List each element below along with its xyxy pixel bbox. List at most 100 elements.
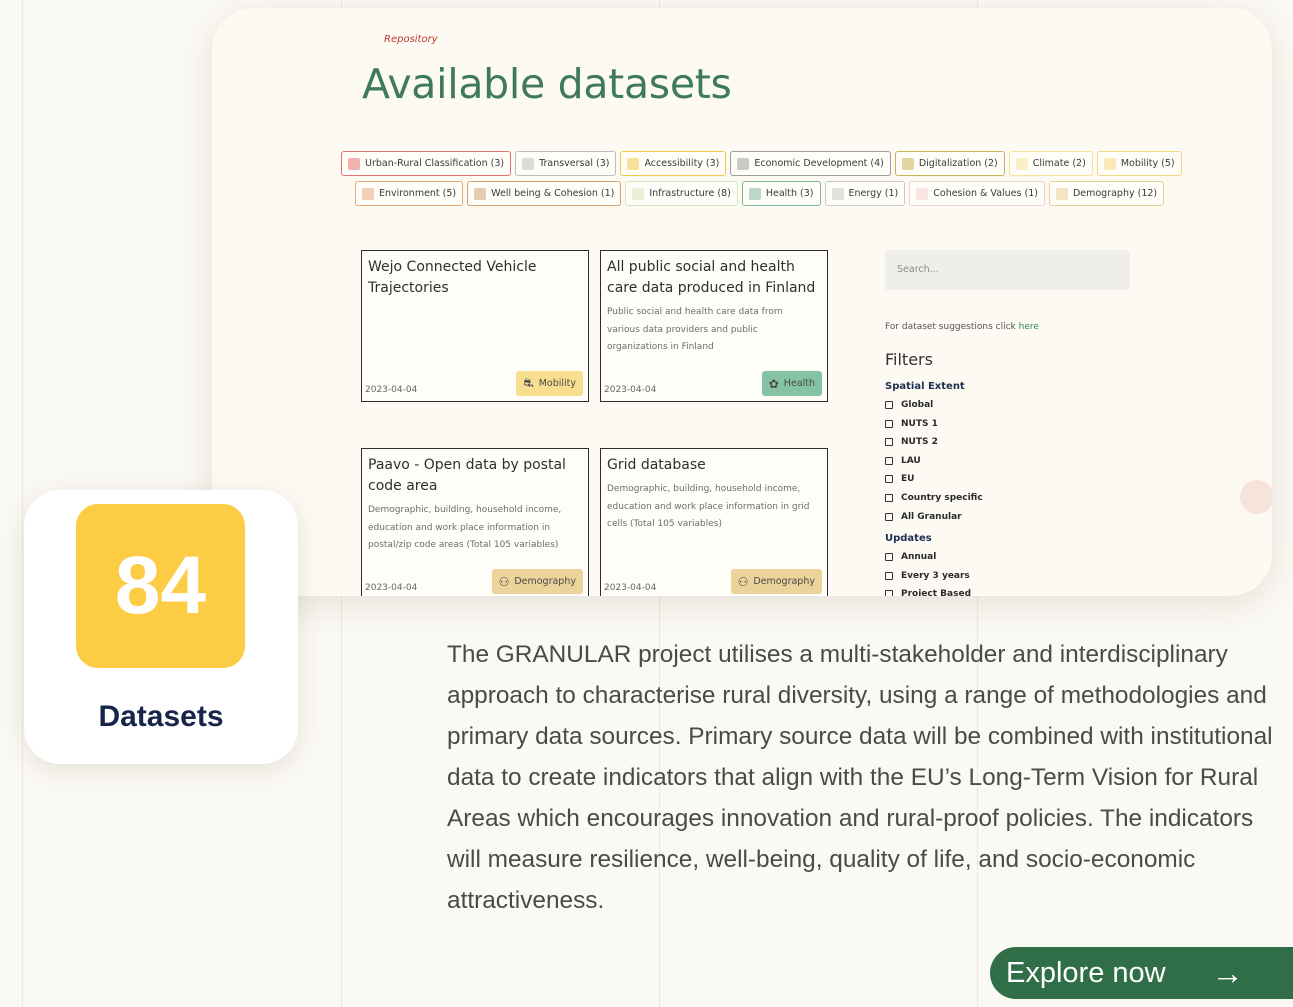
category-chip[interactable]: Accessibility (3) [620, 151, 727, 176]
city-icon [348, 157, 360, 170]
dataset-card[interactable]: Wejo Connected Vehicle Trajectories 2023… [361, 250, 589, 402]
filter-option-label: EU [901, 474, 915, 485]
dataset-title[interactable]: Paavo - Open data by postal code area [368, 455, 582, 497]
dataset-description: Public social and health care data from … [607, 307, 783, 352]
category-chip[interactable]: Transversal (3) [515, 151, 617, 176]
stat-label: Datasets [98, 700, 224, 733]
stat-card: 84 Datasets [24, 490, 298, 764]
checkbox[interactable] [885, 512, 893, 521]
explore-now-button[interactable]: Explore now → [990, 947, 1293, 999]
category-chip[interactable]: Demography (12) [1048, 181, 1165, 206]
category-chip[interactable]: Climate (2) [1008, 151, 1093, 176]
filter-option[interactable]: Project Based [885, 589, 971, 596]
filter-option[interactable]: Global [885, 400, 933, 410]
category-chip[interactable]: Digitalization (2) [894, 151, 1005, 176]
checkbox[interactable] [885, 590, 893, 596]
breadcrumb[interactable]: Repository [384, 34, 438, 45]
filter-option[interactable]: EU [885, 474, 914, 484]
wellbeing-icon [474, 187, 487, 200]
accessibility-icon [627, 157, 640, 170]
category-filter-row: Environment (5) Well being & Cohesion (1)… [355, 181, 1165, 206]
tag-label: Demography [753, 576, 815, 587]
dataset-card[interactable]: Paavo - Open data by postal code area De… [361, 448, 589, 596]
mobility-icon [1103, 157, 1116, 170]
search-input[interactable]: Search... [885, 250, 1130, 290]
health-icon [748, 187, 761, 200]
category-chip[interactable]: Environment (5) [355, 181, 464, 206]
decorative-dot [1240, 480, 1272, 514]
filter-option-label: Country specific [901, 493, 983, 503]
category-chip[interactable]: Urban-Rural Classification (3) [341, 151, 512, 176]
category-chip-label: Digitalization (2) [918, 158, 998, 169]
checkbox[interactable] [885, 494, 893, 502]
category-tag[interactable]: ✿ Health [761, 371, 822, 396]
energy-icon [831, 187, 844, 200]
dataset-date: 2023-04-04 [365, 583, 418, 593]
economy-icon [737, 157, 750, 170]
guide-line [22, 0, 23, 1007]
filters-heading: Filters [885, 350, 933, 369]
health-icon: ✿ [768, 376, 779, 391]
checkbox[interactable] [885, 438, 893, 447]
category-tag[interactable]: ⛐ Mobility [516, 371, 583, 396]
filter-option[interactable]: NUTS 1 [885, 419, 938, 429]
category-chip-label: Environment (5) [379, 188, 457, 199]
suggestion-label: For dataset suggestions click [885, 322, 1016, 332]
tag-label: Mobility [538, 378, 576, 389]
filter-option-label: All Granular [901, 511, 962, 522]
checkbox[interactable] [885, 571, 893, 580]
category-chip[interactable]: Cohesion & Values (1) [909, 181, 1045, 206]
category-chip[interactable]: Economic Development (4) [730, 151, 891, 176]
mobility-icon: ⛐ [523, 375, 534, 390]
page-title: Available datasets [362, 60, 732, 108]
filter-option[interactable]: Annual [885, 552, 936, 562]
dataset-card[interactable]: All public social and health care data p… [600, 250, 828, 402]
dataset-title[interactable]: Grid database [607, 455, 821, 476]
category-filter-row: Urban-Rural Classification (3) Transversa… [341, 151, 1182, 176]
filter-option[interactable]: All Granular [885, 512, 962, 522]
category-chip[interactable]: Mobility (5) [1096, 151, 1182, 176]
filter-option-label: Annual [901, 552, 937, 562]
demography-icon: ⚇ [498, 574, 510, 589]
category-chip-label: Well being & Cohesion (1) [491, 188, 615, 199]
category-chip[interactable]: Health (3) [741, 181, 821, 206]
checkbox[interactable] [885, 475, 893, 484]
category-chip-label: Cohesion & Values (1) [933, 188, 1038, 199]
category-chip-label: Transversal (3) [539, 158, 610, 169]
category-chip[interactable]: Well being & Cohesion (1) [467, 181, 622, 206]
cohesion-icon [916, 187, 929, 200]
repository-preview-card: Repository Available datasets Urban-Rura… [212, 8, 1272, 596]
checkbox[interactable] [885, 456, 893, 465]
filter-option[interactable]: Country specific [885, 493, 983, 503]
category-tag[interactable]: ⚇ Demography [491, 569, 583, 594]
demography-icon: ⚇ [737, 574, 749, 589]
dataset-card[interactable]: Grid database Demographic, building, hou… [600, 448, 828, 596]
infrastructure-icon [632, 187, 645, 200]
category-chip[interactable]: Infrastructure (8) [625, 181, 738, 206]
category-chip-label: Energy (1) [848, 188, 899, 199]
category-chip-label: Economic Development (4) [754, 158, 884, 169]
suggestion-text: For dataset suggestions click here [885, 322, 1039, 332]
filter-option-label: Every 3 years [901, 570, 970, 581]
category-tag[interactable]: ⚇ Demography [730, 569, 822, 594]
filter-option[interactable]: Every 3 years [885, 571, 970, 581]
explore-label: Explore now [1006, 956, 1166, 989]
tag-label: Health [783, 378, 815, 389]
checkbox[interactable] [885, 419, 893, 428]
suggestion-link[interactable]: here [1019, 322, 1039, 332]
digital-icon [901, 157, 914, 170]
checkbox[interactable] [885, 553, 893, 561]
dataset-title[interactable]: Wejo Connected Vehicle Trajectories [368, 257, 582, 299]
dataset-title[interactable]: All public social and health care data p… [607, 257, 821, 299]
category-chip-label: Demography (12) [1072, 188, 1158, 199]
filter-option[interactable]: NUTS 2 [885, 437, 938, 447]
category-chip-label: Urban-Rural Classification (3) [365, 158, 505, 169]
category-chip[interactable]: Energy (1) [824, 181, 906, 206]
dataset-date: 2023-04-04 [604, 385, 657, 395]
filter-option[interactable]: LAU [885, 456, 921, 466]
filter-option-label: NUTS 1 [901, 418, 938, 429]
checkbox[interactable] [885, 401, 893, 409]
filter-option-label: Global [901, 400, 934, 410]
environment-icon [362, 187, 374, 200]
filter-option-label: LAU [901, 455, 921, 466]
